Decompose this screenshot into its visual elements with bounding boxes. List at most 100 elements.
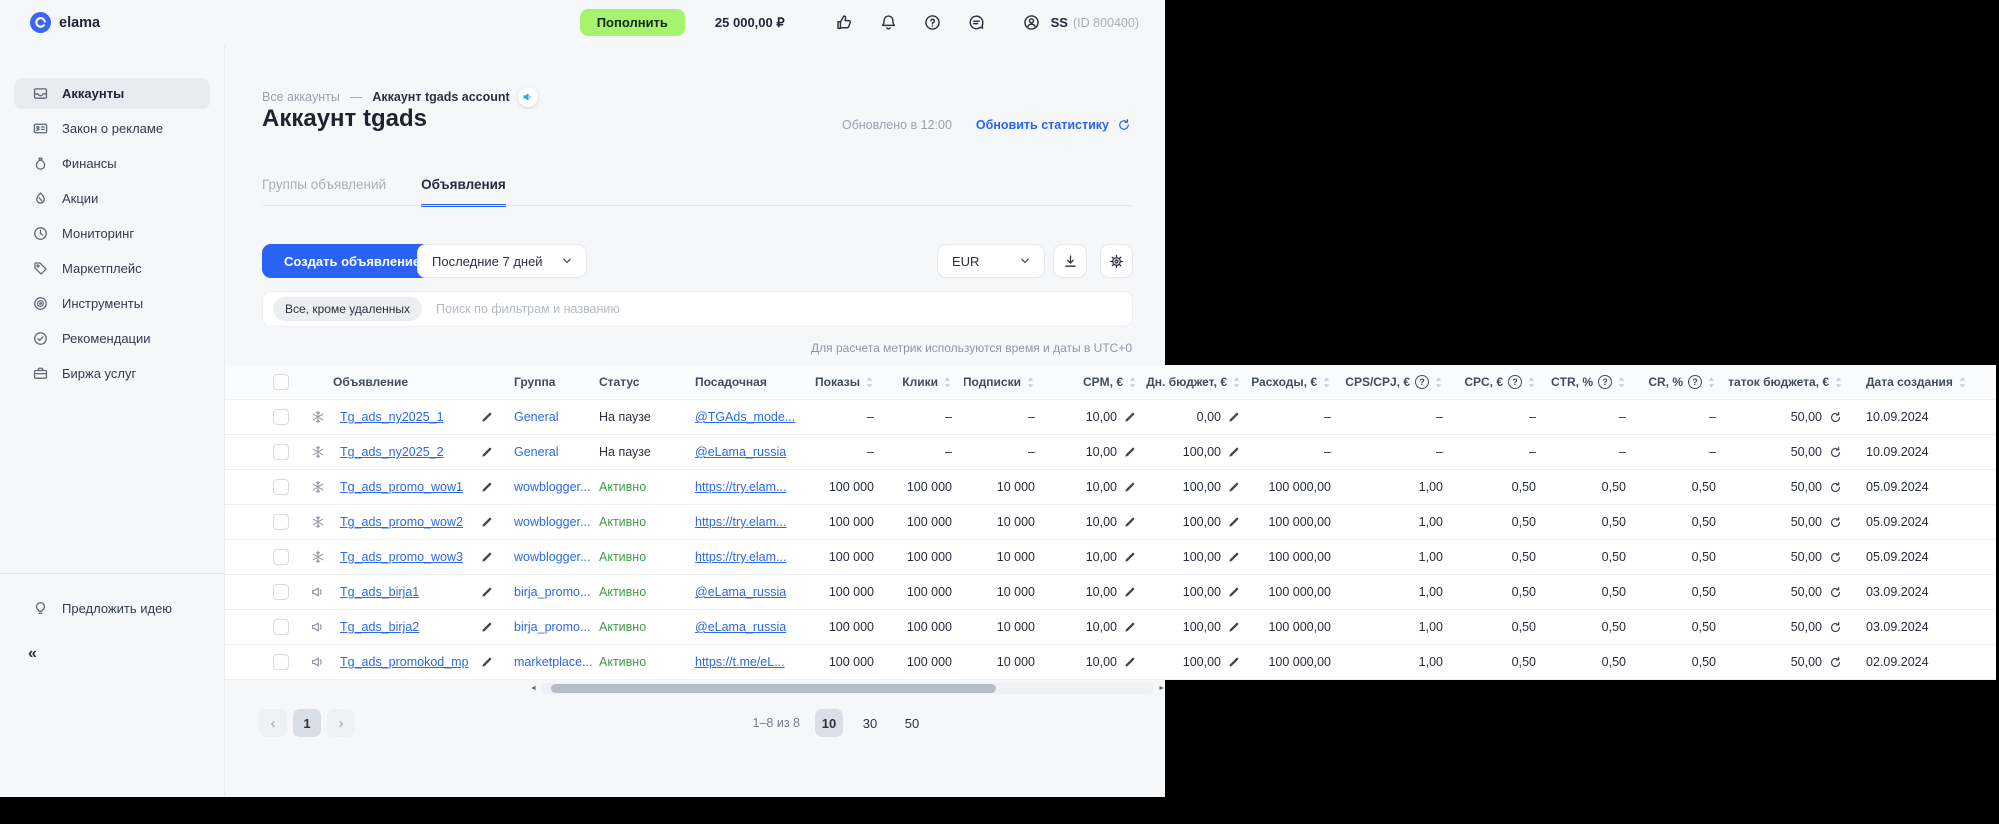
help-icon[interactable]: ?: [1688, 375, 1702, 389]
refill-budget-icon[interactable]: [1828, 515, 1843, 530]
chat-icon[interactable]: [967, 13, 986, 32]
sidebar-item-promos[interactable]: Акции: [14, 183, 210, 214]
tab-ads[interactable]: Объявления: [421, 177, 506, 207]
scrollbar-track[interactable]: [541, 683, 1154, 694]
sort-icon[interactable]: [865, 376, 874, 389]
landing-link[interactable]: @eLama_russia: [695, 620, 786, 634]
sort-icon[interactable]: [1322, 376, 1331, 389]
refill-budget-icon[interactable]: [1828, 585, 1843, 600]
sort-icon[interactable]: [943, 376, 952, 389]
edit-name-icon[interactable]: [480, 410, 494, 424]
refill-budget-icon[interactable]: [1828, 620, 1843, 635]
landing-link[interactable]: https://try.elam...: [695, 515, 786, 529]
scrollbar-thumb[interactable]: [551, 684, 996, 693]
brand-name[interactable]: elama: [59, 15, 100, 31]
edit-daily-budget-icon[interactable]: [1227, 655, 1241, 669]
pagination-next-button[interactable]: ›: [327, 709, 355, 737]
select-all-checkbox[interactable]: [273, 374, 289, 390]
landing-link[interactable]: https://try.elam...: [695, 550, 786, 564]
suggest-idea-button[interactable]: Предложить идею: [14, 593, 210, 623]
ad-name-link[interactable]: Tg_ads_promo_wow2: [340, 515, 463, 529]
refresh-icon[interactable]: [1116, 117, 1132, 133]
sidebar-item-accounts[interactable]: Аккаунты: [14, 78, 210, 109]
period-select[interactable]: Последние 7 дней: [417, 244, 587, 278]
edit-daily-budget-icon[interactable]: [1227, 585, 1241, 599]
ad-name-link[interactable]: Tg_ads_promokod_mp: [340, 655, 469, 669]
help-icon[interactable]: [923, 13, 942, 32]
edit-cpm-icon[interactable]: [1123, 480, 1137, 494]
sort-icon[interactable]: [1958, 376, 1967, 389]
group-link[interactable]: wowblogger...: [514, 515, 590, 529]
edit-name-icon[interactable]: [480, 620, 494, 634]
tab-ad-groups[interactable]: Группы объявлений: [262, 177, 386, 207]
page-size-30[interactable]: 30: [856, 709, 884, 737]
create-ad-button[interactable]: Создать объявление: [262, 244, 442, 278]
edit-daily-budget-icon[interactable]: [1227, 515, 1241, 529]
column-header-impressions[interactable]: Показы: [811, 365, 886, 399]
page-size-10[interactable]: 10: [815, 709, 843, 737]
sidebar-item-marketplace[interactable]: Маркетплейс: [14, 253, 210, 284]
group-link[interactable]: marketplace...: [514, 655, 593, 669]
sort-icon[interactable]: [1232, 376, 1241, 389]
column-header-subscriptions[interactable]: Подписки: [964, 365, 1047, 399]
edit-cpm-icon[interactable]: [1123, 620, 1137, 634]
row-checkbox[interactable]: [273, 479, 289, 495]
horizontal-scrollbar[interactable]: ◄ ►: [530, 682, 1165, 695]
sidebar-item-ad-law[interactable]: Закон о рекламе: [14, 113, 210, 144]
ad-name-link[interactable]: Tg_ads_promo_wow3: [340, 550, 463, 564]
column-header-cps_cpj[interactable]: CPS/CPJ, €?: [1343, 365, 1455, 399]
elama-logo-icon[interactable]: [30, 12, 51, 33]
currency-select[interactable]: EUR: [937, 244, 1045, 278]
edit-name-icon[interactable]: [480, 445, 494, 459]
column-header-cpm[interactable]: CPM, €: [1047, 365, 1145, 399]
help-icon[interactable]: ?: [1415, 375, 1429, 389]
ad-name-link[interactable]: Tg_ads_birja1: [340, 585, 419, 599]
landing-link[interactable]: @eLama_russia: [695, 585, 786, 599]
help-icon[interactable]: ?: [1598, 375, 1612, 389]
group-link[interactable]: wowblogger...: [514, 550, 590, 564]
page-size-50[interactable]: 50: [898, 709, 926, 737]
refill-budget-icon[interactable]: [1828, 410, 1843, 425]
column-header-budget_left[interactable]: Остаток бюджета, €: [1728, 365, 1851, 399]
edit-name-icon[interactable]: [480, 655, 494, 669]
topup-button[interactable]: Пополнить: [580, 9, 685, 36]
row-checkbox[interactable]: [273, 654, 289, 670]
group-link[interactable]: birja_promo...: [514, 585, 590, 599]
sort-icon[interactable]: [1434, 376, 1443, 389]
row-checkbox[interactable]: [273, 619, 289, 635]
search-input[interactable]: [434, 301, 1122, 317]
table-settings-button[interactable]: [1100, 244, 1133, 278]
landing-link[interactable]: @TGAds_mode...: [695, 410, 795, 424]
thumbs-up-icon[interactable]: [835, 13, 854, 32]
column-header-cpc[interactable]: CPC, €?: [1455, 365, 1548, 399]
row-checkbox[interactable]: [273, 514, 289, 530]
edit-name-icon[interactable]: [480, 585, 494, 599]
user-avatar-icon[interactable]: [1022, 13, 1041, 32]
sort-icon[interactable]: [1026, 376, 1035, 389]
pagination-page-1[interactable]: 1: [293, 709, 321, 737]
bell-icon[interactable]: [879, 13, 898, 32]
scroll-right-icon[interactable]: ►: [1158, 682, 1165, 695]
refill-budget-icon[interactable]: [1828, 655, 1843, 670]
collapse-sidebar-button[interactable]: «: [28, 645, 37, 663]
row-checkbox[interactable]: [273, 584, 289, 600]
edit-cpm-icon[interactable]: [1123, 445, 1137, 459]
refill-budget-icon[interactable]: [1828, 550, 1843, 565]
sort-icon[interactable]: [1527, 376, 1536, 389]
filter-chip[interactable]: Все, кроме удаленных: [273, 297, 422, 321]
edit-name-icon[interactable]: [480, 515, 494, 529]
group-link[interactable]: wowblogger...: [514, 480, 590, 494]
landing-link[interactable]: @eLama_russia: [695, 445, 786, 459]
column-header-daily_budget[interactable]: Дн. бюджет, €: [1145, 365, 1249, 399]
group-link[interactable]: General: [514, 410, 558, 424]
edit-daily-budget-icon[interactable]: [1227, 410, 1241, 424]
edit-daily-budget-icon[interactable]: [1227, 445, 1241, 459]
ad-name-link[interactable]: Tg_ads_birja2: [340, 620, 419, 634]
column-header-created[interactable]: Дата создания: [1851, 365, 1992, 399]
pagination-prev-button[interactable]: ‹: [259, 709, 287, 737]
edit-daily-budget-icon[interactable]: [1227, 550, 1241, 564]
refill-budget-icon[interactable]: [1828, 445, 1843, 460]
ad-name-link[interactable]: Tg_ads_ny2025_1: [340, 410, 444, 424]
group-link[interactable]: birja_promo...: [514, 620, 590, 634]
sidebar-item-services-exchange[interactable]: Биржа услуг: [14, 358, 210, 389]
